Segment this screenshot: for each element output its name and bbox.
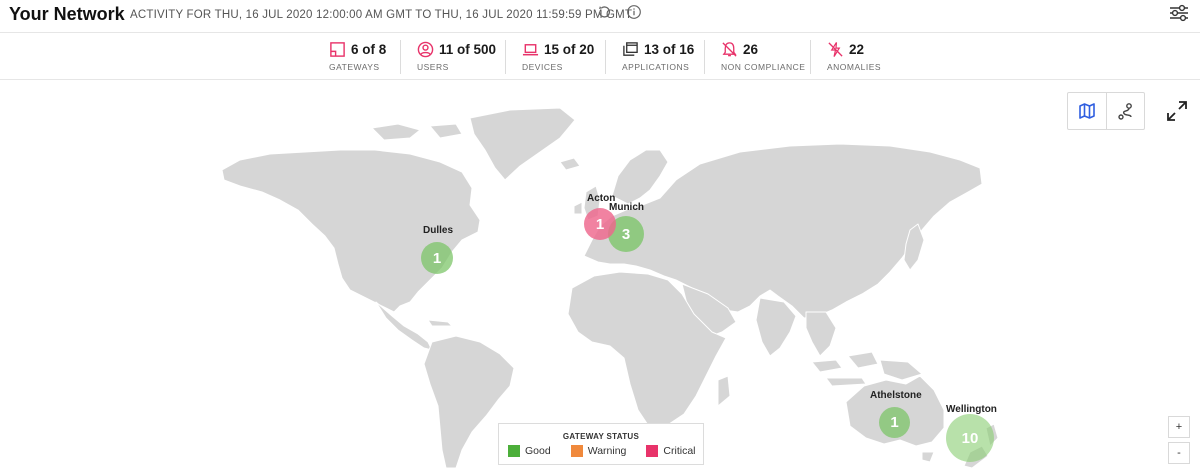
stat-label: NON COMPLIANCE [721, 62, 806, 72]
stat-value: 15 of 20 [544, 41, 595, 57]
page-header: Your Network ACTIVITY FOR THU, 16 JUL 20… [0, 0, 1200, 32]
stat-applications[interactable]: 13 of 16 APPLICATIONS [605, 40, 704, 74]
iceland [559, 157, 581, 171]
gateway-label-dulles: Dulles [423, 225, 454, 236]
stat-devices[interactable]: 15 of 20 DEVICES [505, 40, 605, 74]
gateway-marker-acton[interactable]: 1 [584, 208, 616, 240]
gateway-marker-dulles[interactable]: 1 [421, 242, 453, 274]
arctic-islands [371, 123, 421, 141]
stat-anomalies[interactable]: 22 ANOMALIES [810, 40, 905, 74]
gateway-status-legend: GATEWAY STATUS Good Warning Critical [498, 423, 704, 465]
legend-critical-label: Critical [663, 445, 696, 457]
laptop-icon [522, 43, 539, 55]
filter-settings-icon[interactable] [1168, 3, 1190, 23]
stats-bar: 6 of 8 GATEWAYS 11 of 500 USERS 15 of 20… [312, 40, 905, 74]
route-view-button[interactable] [1106, 93, 1144, 129]
applications-icon [623, 41, 638, 56]
stat-users[interactable]: 11 of 500 USERS [400, 40, 505, 74]
stat-label: APPLICATIONS [622, 62, 690, 72]
arctic-islands [429, 123, 463, 139]
critical-swatch [646, 445, 659, 457]
stat-value: 11 of 500 [439, 41, 497, 57]
stat-value: 13 of 16 [644, 41, 695, 57]
warning-swatch [570, 445, 583, 457]
central-america [375, 301, 433, 351]
greenland [469, 107, 576, 181]
gateway-count: 1 [432, 249, 442, 267]
stat-value: 6 of 8 [351, 41, 387, 57]
legend-warning: Warning [570, 445, 627, 457]
anomaly-icon [828, 41, 843, 57]
legend-warning-label: Warning [587, 445, 627, 457]
stat-value: 26 [743, 41, 759, 57]
new-guinea [879, 359, 923, 381]
legend-good: Good [508, 445, 551, 457]
stat-non-compliance[interactable]: 26 NON COMPLIANCE [704, 40, 810, 74]
route-icon [1117, 103, 1132, 120]
map-view-toggle [1067, 92, 1145, 130]
indonesia [811, 359, 843, 373]
zoom-out-button[interactable]: - [1168, 442, 1190, 464]
user-icon [417, 41, 434, 57]
stat-gateways[interactable]: 6 of 8 GATEWAYS [312, 40, 400, 74]
stat-label: USERS [417, 62, 449, 72]
refresh-icon[interactable] [595, 3, 613, 21]
page-title: Your Network [9, 4, 125, 24]
legend-title: GATEWAY STATUS [562, 432, 640, 441]
tasmania [921, 451, 935, 463]
ireland [573, 201, 583, 215]
gateway-marker-wellington[interactable]: 10 [946, 414, 994, 462]
gateway-count: 1 [595, 215, 605, 233]
stat-label: ANOMALIES [827, 62, 882, 72]
madagascar [717, 375, 731, 407]
zoom-in-button[interactable]: + [1168, 416, 1190, 438]
stat-label: DEVICES [522, 62, 563, 72]
map-icon [1079, 103, 1095, 119]
gateway-count: 1 [890, 414, 899, 431]
fullscreen-icon[interactable] [1166, 100, 1188, 122]
network-map[interactable]: Dulles Acton Munich Athelstone Wellingto… [0, 80, 1200, 468]
stat-value: 22 [849, 41, 865, 57]
info-icon[interactable] [625, 3, 643, 21]
stat-label: GATEWAYS [329, 62, 380, 72]
scandinavia [611, 149, 669, 205]
gateway-marker-athelstone[interactable]: 1 [879, 407, 910, 438]
map-view-button[interactable] [1068, 93, 1106, 129]
non-compliance-icon [722, 41, 737, 57]
gateway-count: 10 [961, 429, 979, 447]
gateway-label-athelstone: Athelstone [870, 390, 922, 401]
gateway-label-munich: Munich [609, 202, 644, 213]
world-map[interactable] [0, 80, 1200, 468]
gateway-icon [330, 41, 345, 57]
indonesia [847, 351, 879, 369]
good-swatch [508, 445, 520, 457]
header-divider [0, 32, 1200, 33]
indonesia [825, 377, 867, 387]
caribbean [427, 319, 453, 327]
activity-range: ACTIVITY FOR THU, 16 JUL 2020 12:00:00 A… [130, 9, 633, 21]
indochina [805, 311, 837, 357]
legend-good-label: Good [525, 445, 551, 457]
gateway-count: 3 [621, 225, 631, 243]
legend-critical: Critical [646, 445, 696, 457]
india [755, 297, 797, 357]
